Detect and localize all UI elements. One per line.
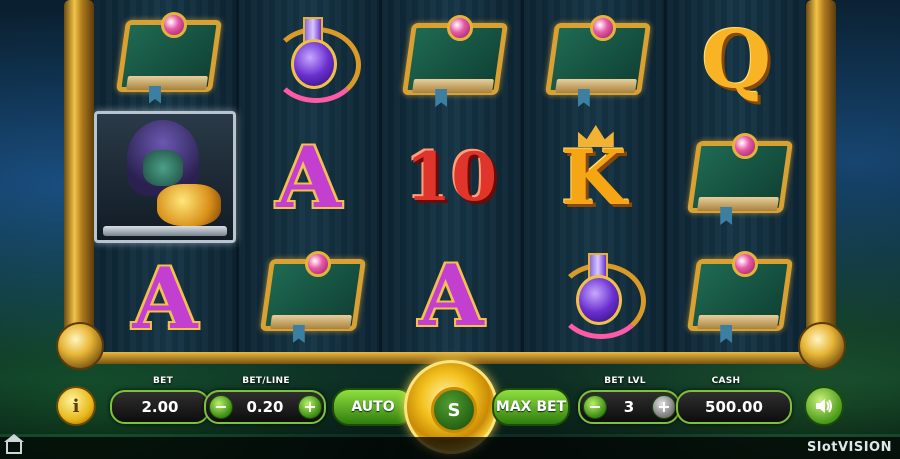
book-symbol (680, 245, 794, 345)
max-bet-button[interactable]: MAX BET (492, 388, 570, 426)
reel-cell (239, 0, 379, 118)
reel-cell (667, 236, 807, 354)
potion-symbol (538, 245, 650, 345)
reel-1: A (94, 0, 239, 354)
cash-label: CASH (711, 376, 741, 386)
reel-cell (94, 111, 236, 243)
reel-cell (94, 0, 236, 111)
reel-grid: A A 10 A K Q (94, 0, 806, 354)
frame-orb-right (798, 322, 846, 370)
letter-k-symbol: K (538, 125, 650, 227)
betlvl-label: BET LVL (604, 376, 646, 386)
info-button[interactable]: i (56, 386, 96, 426)
home-icon[interactable] (4, 434, 24, 454)
reel-cell: A (239, 118, 379, 236)
reel-cell (524, 0, 664, 118)
reel-cell (667, 118, 807, 236)
reel-cell (239, 236, 379, 354)
footer-bar (0, 437, 900, 459)
reel-3: 10 A (381, 0, 524, 354)
info-icon: i (72, 395, 80, 417)
reel-cell: 10 (382, 118, 522, 236)
bet-label: BET (152, 376, 174, 386)
betlvl-plus-button[interactable]: + (652, 395, 676, 419)
spin-core: S (431, 387, 477, 433)
bet-value: 2.00 (141, 398, 179, 416)
reel-cell: K (524, 118, 664, 236)
provider-logo: SlotVISION (807, 440, 892, 455)
betline-label: BET/LINE (242, 376, 290, 386)
auto-button[interactable]: AUTO (332, 388, 414, 426)
frame-orb-left (56, 322, 104, 370)
reel-cell: A (382, 236, 522, 354)
reel-cell (382, 0, 522, 118)
reel-frame-left (64, 0, 94, 360)
betlvl-minus-button[interactable]: − (583, 395, 607, 419)
book-symbol (253, 245, 366, 345)
book-symbol (538, 9, 651, 109)
bet-display: 2.00 (110, 390, 210, 424)
betline-value: 0.20 (246, 398, 284, 416)
reel-2: A (239, 0, 382, 354)
letter-q-symbol: Q (701, 12, 772, 106)
betline-plus-button[interactable]: + (298, 395, 322, 419)
hooded-wizard-wild-symbol (94, 111, 236, 243)
letter-a-symbol: A (276, 127, 342, 227)
betline-minus-button[interactable]: − (209, 395, 233, 419)
number-10-symbol: 10 (405, 138, 498, 216)
book-symbol (680, 127, 794, 227)
reel-cell: Q (667, 0, 807, 118)
book-symbol (109, 6, 223, 106)
letter-a-symbol: A (132, 249, 198, 348)
reel-4: K (524, 0, 667, 354)
book-symbol (395, 9, 509, 109)
reel-frame-right (806, 0, 836, 360)
cash-value: 500.00 (705, 398, 763, 416)
spin-label: S (447, 399, 461, 421)
reel-cell (524, 236, 664, 354)
potion-symbol (253, 9, 365, 109)
betlvl-value: 3 (623, 398, 635, 416)
reel-5: Q (666, 0, 807, 354)
cash-display: 500.00 (676, 390, 792, 424)
reel-cell: A (94, 243, 236, 354)
sound-button[interactable] (804, 386, 844, 426)
sound-icon (816, 399, 832, 413)
letter-a-symbol: A (418, 245, 484, 345)
